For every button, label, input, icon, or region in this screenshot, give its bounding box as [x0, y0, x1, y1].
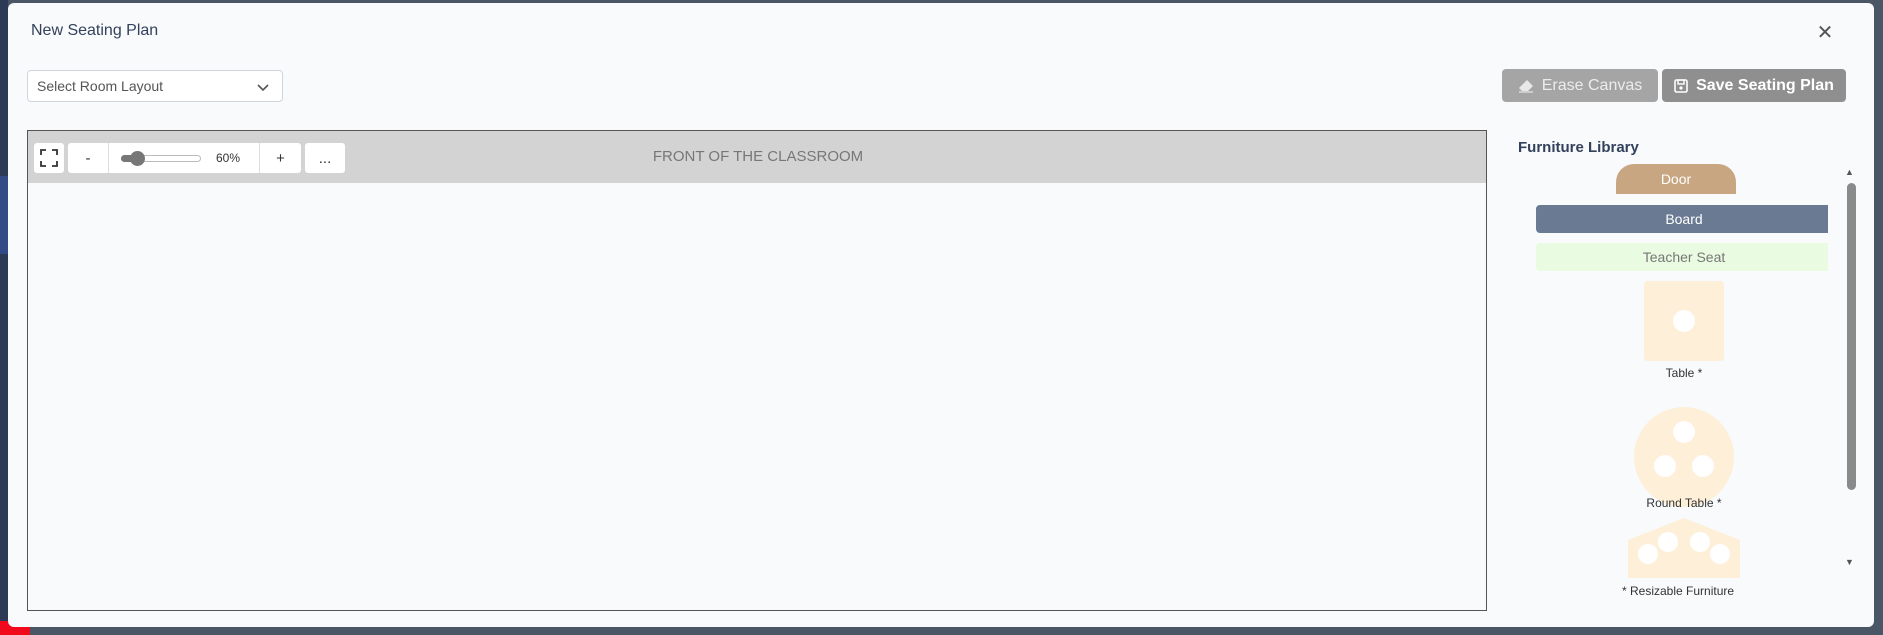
erase-canvas-button[interactable]: Erase Canvas — [1502, 69, 1658, 102]
save-icon — [1674, 78, 1688, 93]
round-table-seat — [1654, 455, 1676, 477]
backdrop-stripe — [0, 176, 8, 254]
scroll-down-icon[interactable]: ▼ — [1845, 557, 1854, 567]
zoom-in-button[interactable]: + — [259, 143, 301, 173]
erase-canvas-label: Erase Canvas — [1541, 76, 1643, 94]
seating-canvas[interactable]: FRONT OF THE CLASSROOM - 60% + ... — [27, 130, 1487, 611]
furniture-library-title: Furniture Library — [1518, 139, 1639, 156]
teacher-seat-furniture[interactable]: Teacher Seat — [1536, 243, 1828, 271]
table-caption: Table * — [1665, 366, 1703, 380]
save-seating-plan-label: Save Seating Plan — [1696, 76, 1834, 94]
zoom-out-button[interactable]: - — [68, 143, 109, 173]
door-furniture[interactable]: Door — [1616, 164, 1736, 194]
eraser-icon — [1518, 79, 1533, 93]
canvas-header: FRONT OF THE CLASSROOM - 60% + ... — [28, 131, 1486, 183]
table-furniture[interactable] — [1644, 281, 1724, 361]
zoom-slider[interactable] — [121, 143, 201, 173]
chevron-down-icon — [257, 84, 269, 92]
fullscreen-icon — [40, 149, 58, 167]
resizable-furniture-note: * Resizable Furniture — [1622, 584, 1735, 598]
save-seating-plan-button[interactable]: Save Seating Plan — [1662, 69, 1846, 102]
zoom-percent: 60% — [216, 151, 241, 165]
modal-title: New Seating Plan — [31, 22, 159, 39]
round-table-seat — [1673, 421, 1695, 443]
room-layout-select[interactable]: Select Room Layout — [27, 70, 283, 102]
page-backdrop — [0, 0, 30, 635]
zoom-controls: - 60% + — [68, 143, 301, 173]
table-seat — [1673, 310, 1695, 332]
furniture-library-list: Door Board Teacher Seat Table * Round Ta… — [1528, 162, 1828, 582]
more-options-button[interactable]: ... — [305, 143, 345, 173]
round-table-caption: Round Table * — [1646, 496, 1722, 510]
hexagon-table-furniture[interactable] — [1628, 518, 1740, 578]
round-table-seat — [1692, 455, 1714, 477]
close-button[interactable]: ✕ — [1812, 19, 1838, 45]
scrollbar-thumb[interactable] — [1847, 183, 1856, 490]
room-layout-placeholder: Select Room Layout — [37, 78, 164, 94]
close-icon: ✕ — [1816, 21, 1834, 44]
zoom-slider-handle[interactable] — [130, 151, 145, 166]
round-table-furniture[interactable] — [1634, 407, 1734, 507]
board-furniture[interactable]: Board — [1536, 205, 1828, 233]
scroll-up-icon[interactable]: ▲ — [1845, 167, 1854, 177]
fullscreen-button[interactable] — [34, 143, 64, 173]
